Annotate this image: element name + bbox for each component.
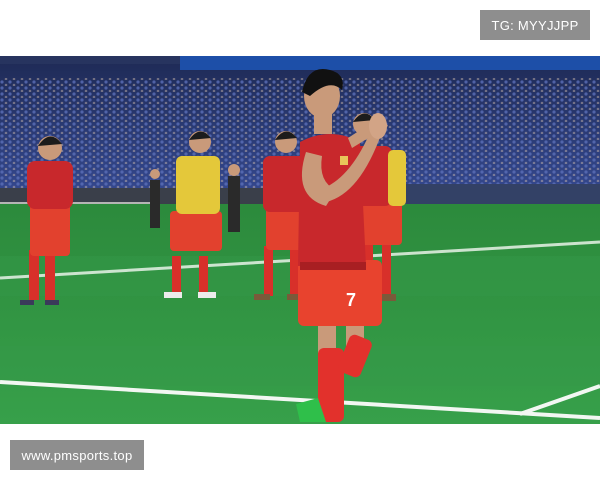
stadium-photo: 7 <box>0 56 600 424</box>
shorts-number: 7 <box>346 290 356 310</box>
watermark-tg-badge: TG: MYYJJPP <box>480 10 590 40</box>
watermark-site-badge: www.pmsports.top <box>10 440 144 470</box>
